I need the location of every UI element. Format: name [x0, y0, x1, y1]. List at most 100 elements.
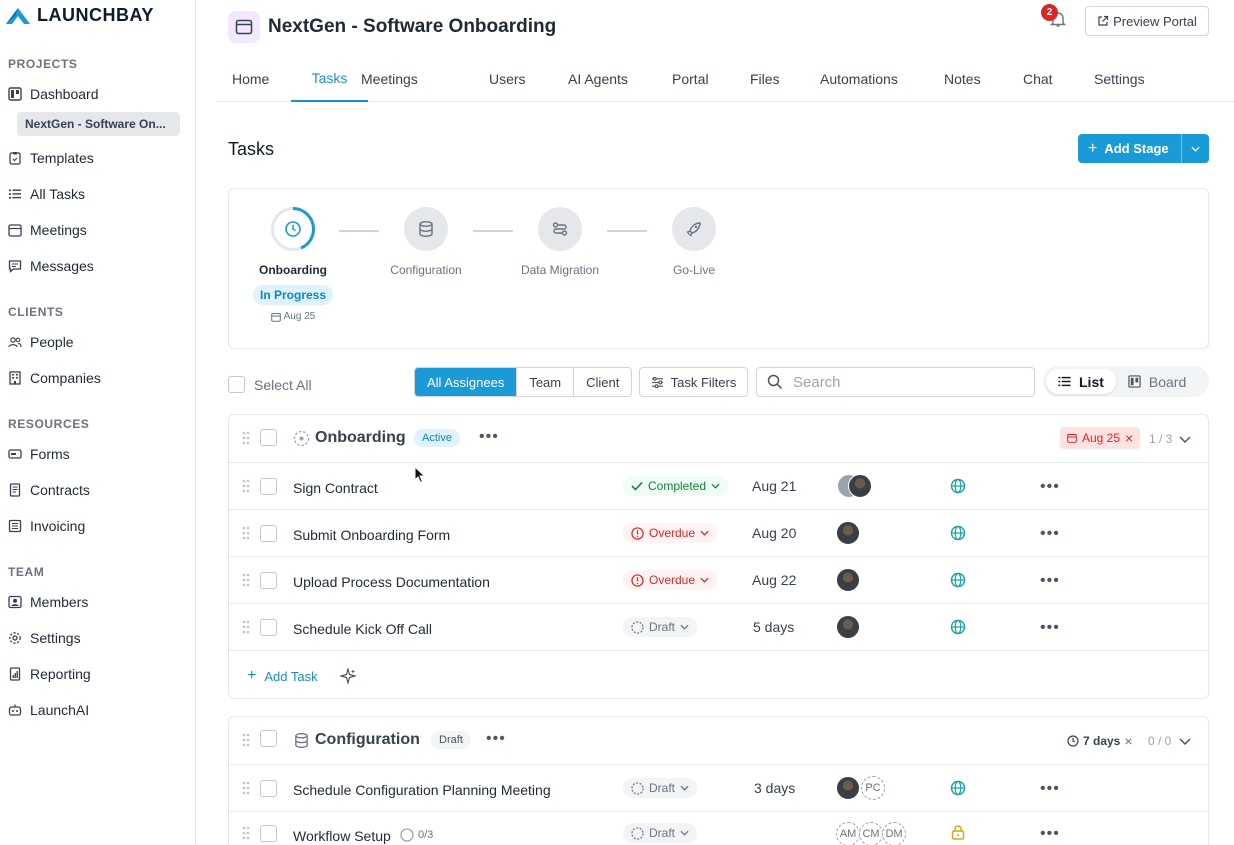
add-stage-dropdown[interactable] [1181, 134, 1209, 163]
tab-ai-agents[interactable]: AI Agents [568, 56, 628, 102]
sidebar-item-launchai[interactable]: LaunchAI [8, 699, 89, 721]
task-more-button[interactable]: ••• [1040, 619, 1060, 637]
task-checkbox[interactable] [260, 572, 277, 589]
task-filters-button[interactable]: Task Filters [639, 367, 748, 397]
tab-tasks[interactable]: Tasks [291, 56, 368, 102]
task-more-button[interactable]: ••• [1040, 780, 1060, 798]
add-stage-main[interactable]: + Add Stage [1078, 134, 1181, 163]
table-row[interactable]: Submit Onboarding Form Overdue Aug 20 ••… [229, 510, 1208, 557]
stage-configuration[interactable]: Configuration [376, 207, 476, 277]
task-checkbox[interactable] [260, 478, 277, 495]
task-status-dropdown[interactable]: Overdue [623, 570, 718, 590]
sidebar-item-forms[interactable]: Forms [8, 443, 70, 465]
avatar[interactable] [836, 521, 860, 545]
group-checkbox[interactable] [260, 429, 277, 446]
avatar[interactable] [836, 615, 860, 639]
sidebar-item-meetings[interactable]: Meetings [8, 219, 87, 241]
collapse-chevron-icon[interactable] [1179, 431, 1191, 447]
select-all[interactable]: Select All [228, 376, 312, 393]
globe-icon[interactable] [950, 525, 966, 541]
table-row[interactable]: Sign Contract Completed Aug 21 ••• [229, 463, 1208, 510]
add-task-button[interactable]: + Add Task [247, 667, 318, 685]
task-more-button[interactable]: ••• [1040, 572, 1060, 590]
task-duration[interactable]: 5 days [753, 619, 794, 635]
group-more-button[interactable]: ••• [479, 428, 499, 446]
drag-handle-icon[interactable] [242, 573, 250, 587]
tab-chat[interactable]: Chat [1023, 56, 1053, 102]
group-more-button[interactable]: ••• [486, 730, 506, 748]
sidebar-item-messages[interactable]: Messages [8, 255, 94, 277]
sidebar-item-invoicing[interactable]: Invoicing [8, 515, 85, 537]
task-more-button[interactable]: ••• [1040, 478, 1060, 496]
table-row[interactable]: Schedule Configuration Planning Meeting … [229, 765, 1208, 812]
subtask-progress[interactable]: 0/3 [400, 828, 433, 842]
task-name[interactable]: Schedule Configuration Planning Meeting [293, 782, 551, 798]
preview-portal-button[interactable]: Preview Portal [1085, 6, 1209, 36]
task-name[interactable]: Submit Onboarding Form [293, 527, 450, 543]
tab-meetings[interactable]: Meetings [361, 56, 418, 102]
group-header[interactable]: Onboarding Active ••• Aug 25 × 1 / 3 [229, 415, 1208, 463]
sidebar-item-people[interactable]: People [8, 331, 74, 353]
tab-files[interactable]: Files [750, 56, 780, 102]
lock-icon[interactable] [950, 824, 966, 843]
view-board-button[interactable]: Board [1116, 369, 1198, 394]
clear-duration-icon[interactable]: × [1124, 733, 1132, 749]
sidebar-item-templates[interactable]: Templates [8, 147, 94, 169]
stage-onboarding[interactable]: Onboarding In Progress Aug 25 [243, 207, 343, 322]
task-checkbox[interactable] [260, 825, 277, 842]
clear-due-icon[interactable]: × [1125, 430, 1133, 446]
task-checkbox[interactable] [260, 780, 277, 797]
task-name[interactable]: Upload Process Documentation [293, 574, 490, 590]
filter-all-assignees[interactable]: All Assignees [415, 368, 518, 396]
tab-notes[interactable]: Notes [944, 56, 981, 102]
search-box[interactable] [756, 367, 1035, 397]
avatar[interactable] [836, 568, 860, 592]
task-status-dropdown[interactable]: Draft [623, 778, 698, 798]
globe-icon[interactable] [950, 619, 966, 635]
task-due-date[interactable]: Aug 21 [752, 478, 796, 494]
drag-handle-icon[interactable] [242, 526, 250, 540]
drag-handle-icon[interactable] [242, 479, 250, 493]
task-checkbox[interactable] [260, 619, 277, 636]
sidebar-item-all-tasks[interactable]: All Tasks [8, 183, 85, 205]
avatar[interactable] [836, 776, 860, 800]
table-row[interactable]: Schedule Kick Off Call Draft 5 days ••• [229, 604, 1208, 651]
logo[interactable]: LAUNCHBAY [5, 5, 154, 26]
avatar-initials[interactable]: AM [836, 822, 860, 845]
group-due-chip[interactable]: Aug 25 × [1060, 427, 1141, 449]
table-row[interactable]: Upload Process Documentation Overdue Aug… [229, 557, 1208, 604]
task-status-dropdown[interactable]: Completed [623, 476, 729, 496]
tab-automations[interactable]: Automations [820, 56, 898, 102]
sidebar-item-members[interactable]: Members [8, 591, 88, 613]
task-status-dropdown[interactable]: Overdue [623, 523, 718, 543]
drag-handle-icon[interactable] [242, 826, 250, 840]
sidebar-item-dashboard[interactable]: Dashboard [8, 83, 99, 105]
task-name[interactable]: Sign Contract [293, 480, 378, 496]
search-input[interactable] [793, 373, 1023, 391]
task-more-button[interactable]: ••• [1040, 525, 1060, 543]
task-due-date[interactable]: Aug 20 [752, 525, 796, 541]
sidebar-item-contracts[interactable]: Contracts [8, 479, 90, 501]
tab-portal[interactable]: Portal [672, 56, 709, 102]
tab-settings[interactable]: Settings [1094, 56, 1145, 102]
filter-team[interactable]: Team [517, 368, 575, 396]
avatar-initials[interactable]: PC [861, 776, 885, 800]
drag-handle-icon[interactable] [242, 781, 250, 795]
drag-handle-icon[interactable] [242, 733, 250, 747]
sidebar-current-project[interactable]: NextGen - Software On... [17, 112, 180, 136]
filter-client[interactable]: Client [574, 368, 631, 396]
task-status-dropdown[interactable]: Draft [623, 617, 698, 637]
sidebar-item-settings[interactable]: Settings [8, 627, 81, 649]
ai-sparkle-icon[interactable] [338, 666, 358, 687]
stage-go-live[interactable]: Go-Live [644, 207, 744, 277]
table-row[interactable]: Workflow Setup 0/3 Draft AM CM DM ••• [229, 812, 1208, 845]
task-duration[interactable]: 3 days [754, 780, 795, 796]
avatar-initials[interactable]: CM [859, 822, 883, 845]
task-name[interactable]: Workflow Setup [293, 828, 391, 844]
task-more-button[interactable]: ••• [1040, 825, 1060, 843]
group-checkbox[interactable] [260, 730, 277, 747]
sidebar-item-reporting[interactable]: Reporting [8, 663, 91, 685]
drag-handle-icon[interactable] [242, 620, 250, 634]
task-checkbox[interactable] [260, 525, 277, 542]
globe-icon[interactable] [950, 780, 966, 796]
